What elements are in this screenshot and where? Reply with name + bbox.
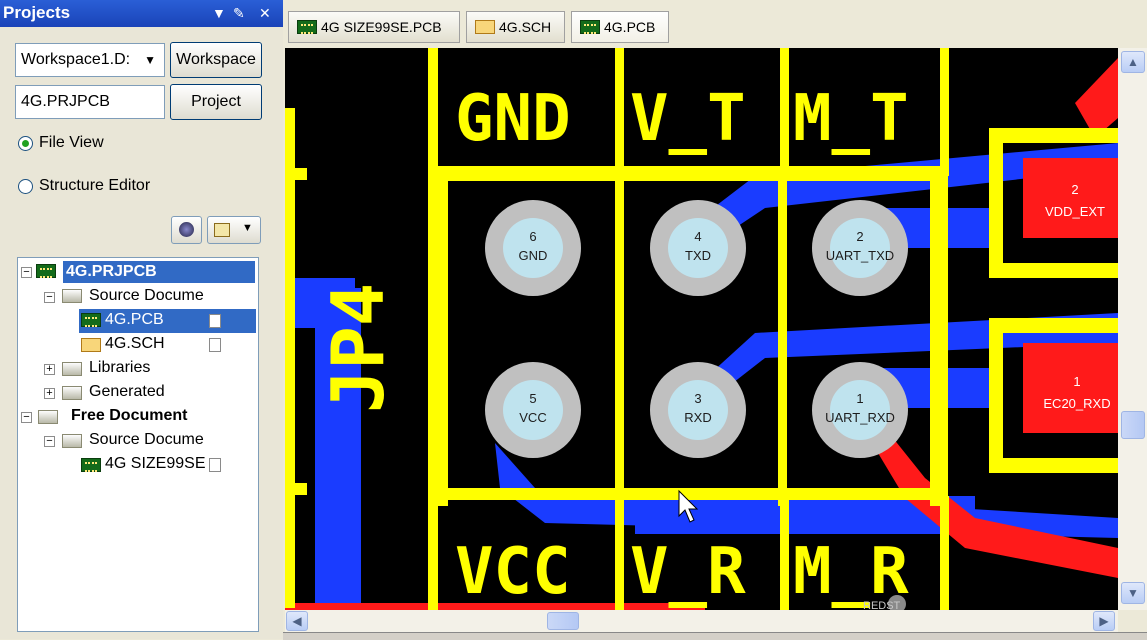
pin-name: UART_RXD [825, 410, 895, 425]
tree-item-libraries[interactable]: Libraries [89, 359, 150, 377]
pad-number: 2 [1071, 182, 1078, 197]
pcb-document-icon [297, 20, 317, 34]
collapse-toggle[interactable]: − [21, 412, 32, 423]
schematic-document-icon [475, 20, 495, 34]
project-options-button[interactable]: ▼ [207, 216, 261, 244]
workspace-combo[interactable]: Workspace1.D: ▼ [15, 43, 165, 77]
project-field[interactable]: 4G.PRJPCB [15, 85, 165, 119]
chevron-down-icon[interactable]: ▼ [144, 44, 156, 76]
scroll-right-button[interactable]: ▶ [1093, 611, 1115, 631]
structure-editor-label[interactable]: Structure Editor [39, 177, 150, 195]
tab-4g-sch[interactable]: 4G.SCH [466, 11, 565, 43]
label-v-r: V_R [630, 535, 746, 609]
pin-name: VCC [519, 410, 546, 425]
label-vcc: VCC [455, 535, 571, 609]
pin-name: GND [519, 248, 548, 263]
collapse-toggle[interactable]: − [44, 292, 55, 303]
tree-item-source-documents[interactable]: Source Docume [89, 431, 204, 449]
compile-icon [179, 222, 194, 237]
tab-label: 4G SIZE99SE.PCB [321, 19, 442, 35]
designator-jp4: JP4 [316, 283, 400, 413]
document-tabs-bar: 4G SIZE99SE.PCB 4G.SCH 4G.PCB [283, 0, 1147, 48]
pin-number: 6 [529, 229, 536, 244]
tree-item-generated[interactable]: Generated [89, 383, 165, 401]
project-button[interactable]: Project [170, 84, 262, 120]
workspace-combo-value: Workspace1.D: [21, 51, 131, 68]
tree-item-free-documents[interactable]: Free Document [71, 407, 187, 425]
pin-name: UART_TXD [826, 248, 894, 263]
collapse-toggle[interactable]: − [44, 436, 55, 447]
scroll-left-button[interactable]: ◀ [286, 611, 308, 631]
folder-icon [62, 289, 82, 303]
tree-item-4g-sch[interactable]: 4G.SCH [105, 335, 165, 353]
scroll-down-button[interactable]: ▼ [1121, 582, 1145, 604]
file-view-label[interactable]: File View [39, 134, 104, 152]
folder-icon [62, 386, 82, 400]
pin-number: 4 [694, 229, 701, 244]
project-tree[interactable]: − 4G.PRJPCB − Source Docume 4G.PCB 4G.SC… [17, 257, 259, 632]
document-status-icon [209, 338, 221, 352]
pin-number: 2 [856, 229, 863, 244]
file-view-radio[interactable] [18, 136, 33, 151]
panel-title: Projects [3, 3, 71, 22]
vertical-scroll-thumb[interactable] [1121, 411, 1145, 439]
document-options-icon [214, 223, 230, 237]
folder-icon [62, 434, 82, 448]
pad-name: EC20_RXD [1043, 396, 1110, 411]
pcb-project-icon [36, 264, 56, 278]
document-status-icon [209, 314, 221, 328]
dropdown-arrow-icon[interactable]: ▼ [212, 5, 226, 21]
vertical-scrollbar[interactable]: ▲ ▼ [1118, 48, 1147, 610]
partial-label: REDST [863, 600, 901, 610]
tree-item-4g-size99se[interactable]: 4G SIZE99SE [105, 455, 206, 473]
label-m-t: M_T [793, 82, 909, 156]
pin-name: RXD [684, 410, 711, 425]
collapse-toggle[interactable]: − [21, 267, 32, 278]
folder-icon [38, 410, 58, 424]
pin-6[interactable]: 6 GND [485, 200, 581, 296]
label-v-t: V_T [630, 82, 746, 156]
tree-item-4g-prjpcb[interactable]: 4G.PRJPCB [63, 261, 255, 283]
pcb-document-icon [81, 313, 101, 327]
label-gnd: GND [455, 82, 571, 156]
pin-4[interactable]: 4 TXD [650, 200, 746, 296]
chevron-down-icon[interactable]: ▼ [242, 222, 253, 234]
tree-item-4g-pcb[interactable]: 4G.PCB [105, 311, 164, 329]
folder-icon [62, 362, 82, 376]
pin-name: TXD [685, 248, 711, 263]
pad-number: 1 [1073, 374, 1080, 389]
pcb-drawing: GND V_T M_T VCC V_R M_R JP4 6 GND 4 TXD … [285, 48, 1118, 610]
document-status-icon [209, 458, 221, 472]
projects-panel: Projects ▼ ✎ ✕ Workspace1.D: ▼ Workspace… [0, 0, 283, 639]
pin-icon[interactable]: ✎ [233, 5, 245, 22]
pcb-document-icon [81, 458, 101, 472]
structure-editor-radio[interactable] [18, 179, 33, 194]
pad-name: VDD_EXT [1045, 204, 1105, 219]
pin-5[interactable]: 5 VCC [485, 362, 581, 458]
tree-item-source-documents[interactable]: Source Docume [89, 287, 204, 305]
scroll-up-button[interactable]: ▲ [1121, 51, 1145, 73]
pin-number: 3 [694, 391, 701, 406]
panel-header: Projects ▼ ✎ ✕ [0, 0, 283, 27]
workspace-button[interactable]: Workspace [170, 42, 262, 78]
pcb-document-icon [580, 20, 600, 34]
expand-toggle[interactable]: + [44, 364, 55, 375]
tab-label: 4G.PCB [604, 19, 656, 35]
pin-1[interactable]: 1 UART_RXD [812, 362, 908, 458]
pin-3[interactable]: 3 RXD [650, 362, 746, 458]
close-icon[interactable]: ✕ [259, 5, 271, 22]
schematic-document-icon [81, 338, 101, 352]
pin-2[interactable]: 2 UART_TXD [812, 200, 908, 296]
expand-toggle[interactable]: + [44, 388, 55, 399]
pin-number: 5 [529, 391, 536, 406]
compile-button[interactable] [171, 216, 202, 244]
tab-4g-pcb[interactable]: 4G.PCB [571, 11, 669, 43]
pin-number: 1 [856, 391, 863, 406]
horizontal-scrollbar[interactable]: ◀ ▶ [285, 610, 1118, 632]
tab-label: 4G.SCH [499, 19, 552, 35]
pcb-canvas[interactable]: GND V_T M_T VCC V_R M_R JP4 6 GND 4 TXD … [285, 48, 1118, 610]
horizontal-scroll-thumb[interactable] [547, 612, 579, 630]
tab-4g-size99se-pcb[interactable]: 4G SIZE99SE.PCB [288, 11, 460, 43]
